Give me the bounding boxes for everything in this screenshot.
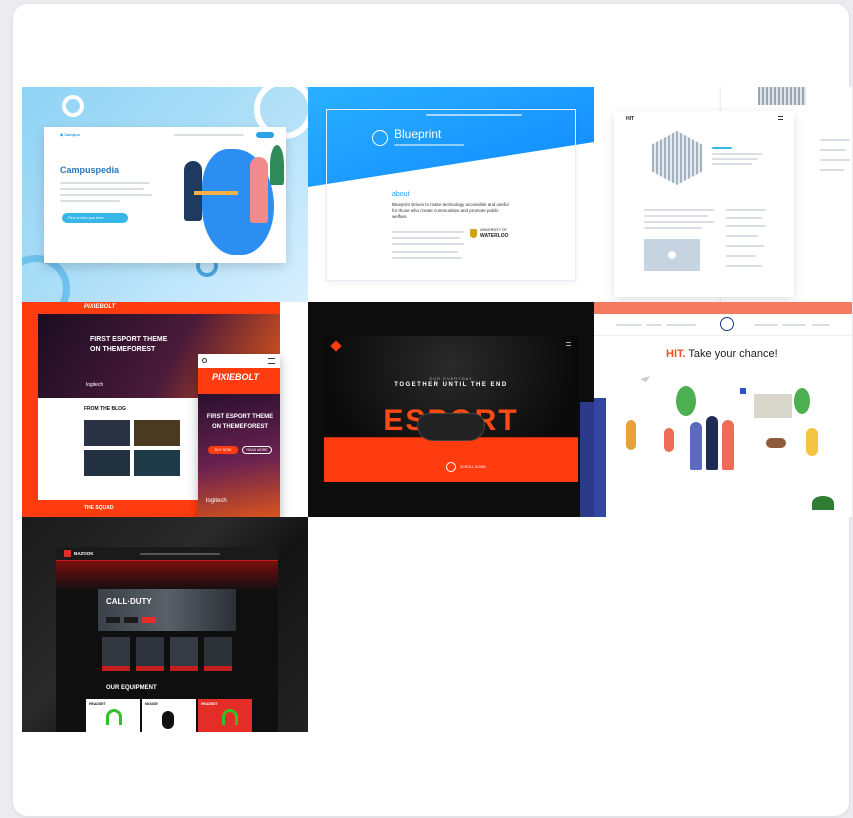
product-card[interactable]: HEADSET [86, 699, 140, 732]
scroll-text: SCROLL DOWN [460, 465, 486, 469]
about-text: Blueprint strives to make technology acc… [392, 202, 509, 219]
person-illustration [250, 157, 268, 223]
shield-icon [470, 229, 477, 238]
people-illustration [806, 428, 818, 456]
paper-plane-icon [640, 376, 650, 382]
player-card[interactable] [102, 637, 130, 671]
about-heading: about [392, 191, 410, 198]
headline-rest: Take your chance! [688, 348, 778, 360]
people-illustration [626, 420, 636, 450]
front-page: HIT [614, 111, 794, 297]
headset-icon [222, 709, 238, 725]
people-illustration [690, 422, 702, 470]
headset-icon [106, 709, 122, 725]
top-nav: PIXIEBOLT [38, 302, 280, 314]
tree-illustration [794, 388, 810, 414]
headline: HIT. Take your chance! [666, 348, 778, 360]
banner-button[interactable] [124, 617, 138, 623]
blog-card[interactable] [134, 450, 180, 476]
gallery-tile-campuspedia[interactable]: ◆ Campus Campuspedia Find a club you lov… [22, 87, 308, 302]
player-card[interactable] [204, 637, 232, 671]
gallery-tile-bazook[interactable]: BAZOOK CALL·DUTY OUR EQUIPMENT HEADSET M… [22, 517, 308, 732]
nav-bar [594, 314, 852, 336]
mobile-hero-line-1: FIRST ESPORT THEME [206, 414, 274, 420]
mobile-read-button[interactable]: READ MORE [242, 446, 272, 454]
menu-icon[interactable] [268, 358, 275, 364]
people-illustration [664, 428, 674, 452]
flag-icon [740, 388, 746, 394]
player-card[interactable] [170, 637, 198, 671]
controller-image [418, 414, 484, 440]
game-title: CALL·DUTY [106, 597, 152, 606]
top-red-bar [594, 302, 852, 314]
people-illustration [706, 416, 718, 470]
content-panel [326, 109, 576, 281]
banner-button[interactable] [106, 617, 120, 623]
hex-building-image [652, 131, 702, 185]
plant-illustration [270, 145, 284, 185]
scroll-circle-icon[interactable] [446, 462, 456, 472]
logo-icon [64, 550, 71, 557]
game-banner[interactable]: CALL·DUTY [98, 589, 236, 631]
plant-illustration [812, 496, 834, 510]
sponsor-logo: logitech [86, 382, 104, 388]
left-blue-shape [594, 398, 606, 517]
gallery-tile-hit-docs[interactable]: HIT [594, 87, 852, 302]
blog-card[interactable] [84, 420, 130, 446]
logo: PIXIEBOLT [84, 304, 116, 310]
mobile-hero: FIRST ESPORT THEME ON THEMEFOREST BUY NO… [198, 394, 280, 517]
people-illustration [722, 420, 734, 470]
login-button[interactable] [256, 132, 274, 138]
mouse-icon [162, 711, 174, 729]
mobile-mockup: PIXIEBOLT FIRST ESPORT THEME ON THEMEFOR… [198, 354, 280, 517]
mobile-sponsor: logitech [206, 498, 227, 504]
browser-mockup: ◆ Campus Campuspedia Find a club you lov… [44, 127, 286, 263]
circle-ring-decor [62, 95, 84, 117]
gallery-tile-esport[interactable]: OUR EVERYDAY TOGETHER UNTIL THE END ESPO… [308, 302, 594, 517]
gallery-tile-pixiebolt[interactable]: PIXIEBOLT FIRST ESPORT THEME ON THEMEFOR… [22, 302, 308, 517]
headline-accent: HIT. [666, 348, 686, 360]
squad-heading: THE SQUAD [84, 505, 114, 511]
building-illustration [754, 394, 792, 418]
nav-links [174, 134, 244, 136]
building-thumb [758, 87, 806, 105]
mobile-buy-button[interactable]: BUY NOW [208, 446, 238, 454]
right-blue-edge [580, 402, 594, 517]
hero-line-1: FIRST ESPORT THEME [90, 336, 168, 343]
site-mockup: BAZOOK CALL·DUTY OUR EQUIPMENT HEADSET M… [56, 547, 278, 732]
equipment-heading: OUR EQUIPMENT [106, 685, 157, 691]
product-card[interactable]: MOUSE [142, 699, 196, 732]
red-background-left [22, 302, 38, 517]
partner-sub: UNIVERSITY OF [480, 228, 507, 232]
brand-name: HIT [626, 116, 635, 122]
tagline: TOGETHER UNTIL THE END [394, 382, 508, 388]
play-icon[interactable] [668, 251, 676, 259]
red-glow-band [56, 561, 278, 591]
menu-icon[interactable] [566, 342, 571, 346]
dog-illustration [766, 438, 786, 448]
blog-card[interactable] [134, 420, 180, 446]
partner-name: WATERLOO [480, 233, 509, 239]
blog-heading: FROM THE BLOG [84, 406, 126, 412]
banner-button[interactable] [142, 617, 156, 623]
mobile-hero-line-2: ON THEMEFOREST [211, 424, 268, 430]
header-bar: BAZOOK [56, 547, 278, 561]
product-card[interactable]: HEADSET [198, 699, 252, 732]
menu-icon[interactable] [778, 116, 783, 120]
search-icon[interactable] [202, 358, 207, 363]
desk-illustration [194, 191, 238, 195]
hero-line-2: ON THEMEFOREST [90, 346, 156, 353]
cta-button[interactable]: Find a club you love [62, 213, 128, 223]
gallery-tile-hit-chance[interactable]: HIT. Take your chance! [594, 302, 852, 517]
app-title: Campuspedia [60, 165, 120, 175]
brand-name: BAZOOK [74, 551, 94, 556]
subtitle: OUR EVERYDAY [429, 376, 473, 381]
mobile-logo: PIXIEBOLT [212, 372, 259, 382]
seal-logo [720, 317, 734, 331]
player-card[interactable] [136, 637, 164, 671]
tree-illustration [676, 386, 696, 416]
logo: ◆ Campus [60, 132, 80, 137]
blog-card[interactable] [84, 450, 130, 476]
gallery-tile-blueprint[interactable]: Blueprint about Blueprint strives to mak… [308, 87, 594, 302]
